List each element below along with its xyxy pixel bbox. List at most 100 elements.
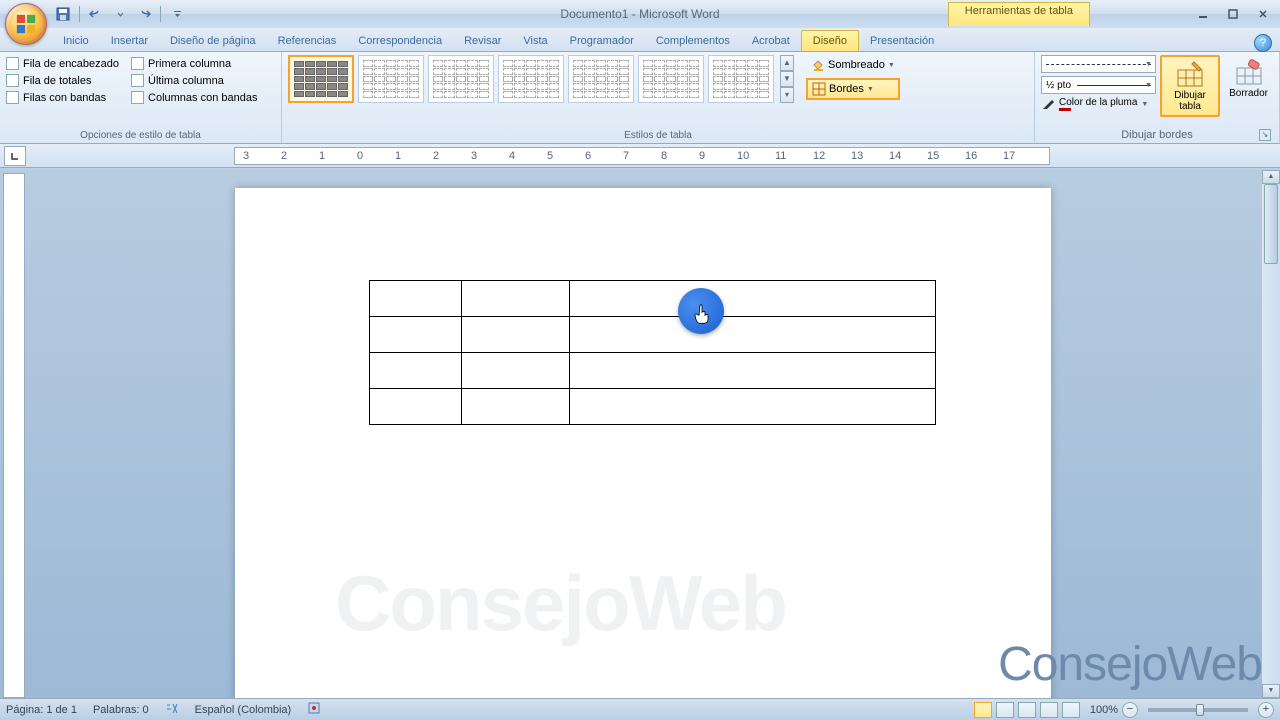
checkbox-first-column[interactable]: Primera columna <box>131 57 257 70</box>
checkbox-label: Primera columna <box>148 58 231 70</box>
table-style-item[interactable] <box>708 55 774 103</box>
checkbox-total-row[interactable]: Fila de totales <box>6 74 119 87</box>
table-tools-contextual-label: Herramientas de tabla <box>948 2 1090 26</box>
status-macro-icon[interactable] <box>307 701 321 718</box>
undo-button[interactable] <box>85 3 107 25</box>
draw-table-label: Dibujar tabla <box>1167 90 1213 112</box>
tab-inicio[interactable]: Inicio <box>52 31 100 51</box>
borders-button[interactable]: Bordes ▼ <box>806 78 900 100</box>
checkbox-banded-columns[interactable]: Columnas con bandas <box>131 91 257 104</box>
tab-revisar[interactable]: Revisar <box>453 31 512 51</box>
tab-programador[interactable]: Programador <box>559 31 645 51</box>
ruler-area: 32101234567891011121314151617 <box>0 144 1280 168</box>
title-bar: Documento1 - Microsoft Word Herramientas… <box>0 0 1280 28</box>
window-controls <box>1192 5 1274 23</box>
document-area[interactable]: ConsejoWeb ▲ ▼ <box>25 170 1280 698</box>
status-page[interactable]: Página: 1 de 1 <box>6 704 77 716</box>
checkbox-label: Columnas con bandas <box>148 92 257 104</box>
table-row <box>370 317 936 353</box>
table-style-item[interactable] <box>288 55 354 103</box>
gallery-scroll: ▲ ▼ ▾ <box>780 55 794 103</box>
status-proofing-icon[interactable] <box>165 701 179 718</box>
tab-referencias[interactable]: Referencias <box>267 31 348 51</box>
line-style-dropdown[interactable]: ▼ <box>1041 55 1156 73</box>
line-weight-dropdown[interactable]: ½ pto▼ <box>1041 76 1156 94</box>
shading-label: Sombreado <box>828 59 885 71</box>
zoom-in-button[interactable]: + <box>1258 702 1274 718</box>
document-table[interactable] <box>369 280 936 425</box>
tab-selector-button[interactable] <box>4 146 26 166</box>
pen-color-button[interactable]: Color de la pluma ▼ <box>1041 97 1156 111</box>
table-style-item[interactable] <box>428 55 494 103</box>
gallery-up-button[interactable]: ▲ <box>780 55 794 71</box>
eraser-label: Borrador <box>1229 88 1268 99</box>
eraser-icon <box>1235 58 1263 86</box>
eraser-button[interactable]: Borrador <box>1224 55 1273 102</box>
pen-color-label: Color de la pluma <box>1059 97 1137 108</box>
pen-color-swatch <box>1059 108 1071 111</box>
close-button[interactable] <box>1252 5 1274 23</box>
checkbox-label: Filas con bandas <box>23 92 106 104</box>
tab-acrobat[interactable]: Acrobat <box>741 31 801 51</box>
checkbox-last-column[interactable]: Última columna <box>131 74 257 87</box>
zoom-thumb[interactable] <box>1196 704 1204 716</box>
zoom-slider[interactable] <box>1148 708 1248 712</box>
logo-watermark: ConsejoWeb <box>998 637 1262 692</box>
tab-correspondencia[interactable]: Correspondencia <box>347 31 453 51</box>
table-style-item[interactable] <box>358 55 424 103</box>
table-style-gallery <box>288 55 774 103</box>
borders-label: Bordes <box>829 83 864 95</box>
table-style-item[interactable] <box>638 55 704 103</box>
status-language[interactable]: Español (Colombia) <box>195 704 292 716</box>
table-style-item[interactable] <box>498 55 564 103</box>
undo-dropdown[interactable] <box>109 3 131 25</box>
view-full-screen-button[interactable] <box>996 702 1014 718</box>
office-logo-icon <box>9 7 43 41</box>
checkbox-banded-rows[interactable]: Filas con bandas <box>6 91 119 104</box>
page: ConsejoWeb <box>235 188 1051 698</box>
tab-insertar[interactable]: Insertar <box>100 31 159 51</box>
group-label: Dibujar bordes↘ <box>1041 127 1273 143</box>
vertical-scrollbar[interactable]: ▲ ▼ <box>1262 170 1280 698</box>
table-row <box>370 389 936 425</box>
save-button[interactable] <box>52 3 74 25</box>
vertical-ruler[interactable] <box>3 173 25 698</box>
quick-access-toolbar <box>52 3 188 25</box>
table-style-item[interactable] <box>568 55 634 103</box>
zoom-out-button[interactable]: − <box>1122 702 1138 718</box>
draw-table-icon <box>1176 60 1204 88</box>
qat-customize-dropdown[interactable] <box>166 3 188 25</box>
view-draft-button[interactable] <box>1062 702 1080 718</box>
ribbon: Fila de encabezado Fila de totales Filas… <box>0 52 1280 144</box>
scroll-thumb[interactable] <box>1264 184 1278 264</box>
maximize-button[interactable] <box>1222 5 1244 23</box>
minimize-button[interactable] <box>1192 5 1214 23</box>
gallery-down-button[interactable]: ▼ <box>780 71 794 87</box>
horizontal-ruler[interactable]: 32101234567891011121314151617 <box>234 147 1050 165</box>
help-button[interactable]: ? <box>1254 34 1272 52</box>
tab-diseno-pagina[interactable]: Diseño de página <box>159 31 267 51</box>
tab-vista[interactable]: Vista <box>512 31 558 51</box>
group-style-options: Fila de encabezado Fila de totales Filas… <box>0 52 282 143</box>
group-table-styles: ▲ ▼ ▾ Sombreado ▼ Bordes ▼ Estilos de ta… <box>282 52 1035 143</box>
scroll-up-button[interactable]: ▲ <box>1262 170 1280 184</box>
gallery-more-button[interactable]: ▾ <box>780 87 794 103</box>
tab-presentacion[interactable]: Presentación <box>859 31 945 51</box>
tab-diseno[interactable]: Diseño <box>801 30 859 51</box>
status-words[interactable]: Palabras: 0 <box>93 704 149 716</box>
window-title: Documento1 - Microsoft Word <box>560 7 719 21</box>
group-label: Opciones de estilo de tabla <box>6 128 275 143</box>
shading-button[interactable]: Sombreado ▼ <box>806 55 900 75</box>
view-print-layout-button[interactable] <box>974 702 992 718</box>
scroll-down-button[interactable]: ▼ <box>1262 684 1280 698</box>
redo-button[interactable] <box>133 3 155 25</box>
view-outline-button[interactable] <box>1040 702 1058 718</box>
draw-table-button[interactable]: Dibujar tabla <box>1160 55 1220 117</box>
zoom-level[interactable]: 100% <box>1090 704 1118 716</box>
status-bar: Página: 1 de 1 Palabras: 0 Español (Colo… <box>0 698 1280 720</box>
office-button[interactable] <box>5 3 47 45</box>
tab-complementos[interactable]: Complementos <box>645 31 741 51</box>
dialog-launcher-button[interactable]: ↘ <box>1259 129 1271 141</box>
view-web-layout-button[interactable] <box>1018 702 1036 718</box>
checkbox-header-row[interactable]: Fila de encabezado <box>6 57 119 70</box>
